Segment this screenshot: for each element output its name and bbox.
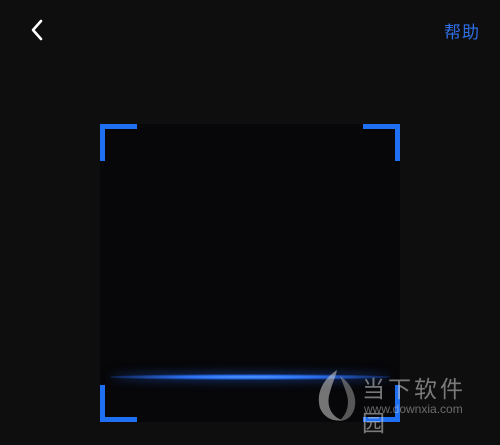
qr-scanner-screen: 帮助 当下软件园 www.downxia.com (0, 0, 500, 445)
scan-corner-bottom-left (100, 385, 137, 422)
scan-corner-top-right (363, 124, 400, 161)
watermark-logo-icon (318, 370, 356, 421)
watermark-url: www.downxia.com (364, 402, 463, 416)
help-link[interactable]: 帮助 (444, 18, 480, 43)
watermark: 当下软件园 www.downxia.com (312, 362, 488, 437)
back-button[interactable] (22, 14, 52, 46)
chevron-left-icon (31, 19, 43, 41)
scan-corner-top-left (100, 124, 137, 161)
